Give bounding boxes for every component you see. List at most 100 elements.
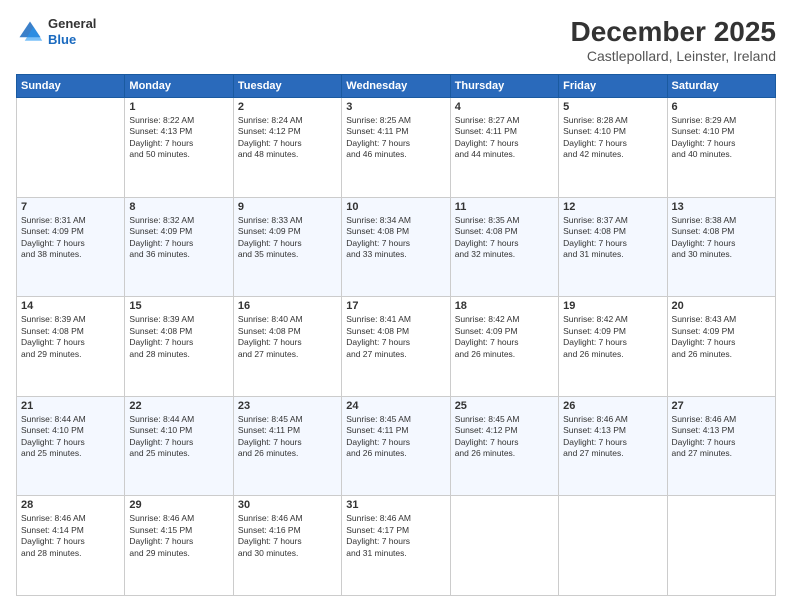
cell-details: Sunrise: 8:33 AMSunset: 4:09 PMDaylight:… (238, 215, 337, 261)
day-number: 1 (129, 101, 228, 113)
calendar-cell: 21 Sunrise: 8:44 AMSunset: 4:10 PMDayligh… (17, 396, 125, 496)
day-number: 23 (238, 400, 337, 412)
calendar-header-wednesday: Wednesday (342, 75, 450, 98)
day-number: 9 (238, 201, 337, 213)
calendar-header-monday: Monday (125, 75, 233, 98)
day-number: 17 (346, 300, 445, 312)
month-title: December 2025 (571, 16, 776, 48)
calendar-cell (667, 496, 775, 596)
calendar-cell: 13Sunrise: 8:38 AMSunset: 4:08 PMDayligh… (667, 197, 775, 297)
calendar-cell: 27 Sunrise: 8:46 AMSunset: 4:13 PMDayligh… (667, 396, 775, 496)
calendar-cell: 17Sunrise: 8:41 AMSunset: 4:08 PMDayligh… (342, 297, 450, 397)
cell-details: Sunrise: 8:46 AMSunset: 4:14 PMDaylight:… (21, 513, 120, 559)
day-number: 6 (672, 101, 771, 113)
day-number: 5 (563, 101, 662, 113)
cell-details: Sunrise: 8:28 AMSunset: 4:10 PMDaylight:… (563, 115, 662, 161)
cell-details: Sunrise: 8:24 AMSunset: 4:12 PMDaylight:… (238, 115, 337, 161)
calendar-cell: 28 Sunrise: 8:46 AMSunset: 4:14 PMDayligh… (17, 496, 125, 596)
logo-text: General Blue (48, 16, 96, 47)
cell-details: Sunrise: 8:44 AMSunset: 4:10 PMDaylight:… (21, 414, 120, 460)
calendar-week-5: 28 Sunrise: 8:46 AMSunset: 4:14 PMDayligh… (17, 496, 776, 596)
calendar-cell: 20Sunrise: 8:43 AMSunset: 4:09 PMDayligh… (667, 297, 775, 397)
cell-details: Sunrise: 8:25 AMSunset: 4:11 PMDaylight:… (346, 115, 445, 161)
cell-details: Sunrise: 8:32 AMSunset: 4:09 PMDaylight:… (129, 215, 228, 261)
day-number: 7 (21, 201, 120, 213)
day-number: 4 (455, 101, 554, 113)
cell-details: Sunrise: 8:22 AMSunset: 4:13 PMDaylight:… (129, 115, 228, 161)
day-number: 8 (129, 201, 228, 213)
header: General Blue December 2025 Castlepollard… (16, 16, 776, 64)
calendar-cell: 15 Sunrise: 8:39 AMSunset: 4:08 PMDayligh… (125, 297, 233, 397)
day-number: 3 (346, 101, 445, 113)
calendar-cell: 22 Sunrise: 8:44 AMSunset: 4:10 PMDayligh… (125, 396, 233, 496)
day-number: 31 (346, 499, 445, 511)
calendar-cell: 24 Sunrise: 8:45 AMSunset: 4:11 PMDayligh… (342, 396, 450, 496)
calendar-header-friday: Friday (559, 75, 667, 98)
cell-details: Sunrise: 8:46 AMSunset: 4:13 PMDaylight:… (672, 414, 771, 460)
cell-details: Sunrise: 8:45 AMSunset: 4:11 PMDaylight:… (346, 414, 445, 460)
cell-details: Sunrise: 8:40 AMSunset: 4:08 PMDaylight:… (238, 314, 337, 360)
cell-details: Sunrise: 8:44 AMSunset: 4:10 PMDaylight:… (129, 414, 228, 460)
day-number: 21 (21, 400, 120, 412)
calendar-cell: 11 Sunrise: 8:35 AMSunset: 4:08 PMDayligh… (450, 197, 558, 297)
logo: General Blue (16, 16, 96, 47)
cell-details: Sunrise: 8:39 AMSunset: 4:08 PMDaylight:… (129, 314, 228, 360)
day-number: 2 (238, 101, 337, 113)
calendar-cell: 1 Sunrise: 8:22 AMSunset: 4:13 PMDaylight… (125, 98, 233, 198)
cell-details: Sunrise: 8:46 AMSunset: 4:16 PMDaylight:… (238, 513, 337, 559)
calendar-cell: 10Sunrise: 8:34 AMSunset: 4:08 PMDayligh… (342, 197, 450, 297)
calendar-cell: 9 Sunrise: 8:33 AMSunset: 4:09 PMDaylight… (233, 197, 341, 297)
cell-details: Sunrise: 8:46 AMSunset: 4:15 PMDaylight:… (129, 513, 228, 559)
page: General Blue December 2025 Castlepollard… (0, 0, 792, 612)
day-number: 22 (129, 400, 228, 412)
cell-details: Sunrise: 8:38 AMSunset: 4:08 PMDaylight:… (672, 215, 771, 261)
calendar-cell: 29 Sunrise: 8:46 AMSunset: 4:15 PMDayligh… (125, 496, 233, 596)
day-number: 30 (238, 499, 337, 511)
cell-details: Sunrise: 8:39 AMSunset: 4:08 PMDaylight:… (21, 314, 120, 360)
calendar-header-saturday: Saturday (667, 75, 775, 98)
calendar-cell (450, 496, 558, 596)
calendar-cell: 14 Sunrise: 8:39 AMSunset: 4:08 PMDayligh… (17, 297, 125, 397)
calendar-header-row: SundayMondayTuesdayWednesdayThursdayFrid… (17, 75, 776, 98)
day-number: 25 (455, 400, 554, 412)
cell-details: Sunrise: 8:46 AMSunset: 4:13 PMDaylight:… (563, 414, 662, 460)
cell-details: Sunrise: 8:31 AMSunset: 4:09 PMDaylight:… (21, 215, 120, 261)
calendar-header-tuesday: Tuesday (233, 75, 341, 98)
day-number: 29 (129, 499, 228, 511)
calendar-week-2: 7 Sunrise: 8:31 AMSunset: 4:09 PMDaylight… (17, 197, 776, 297)
calendar-header-sunday: Sunday (17, 75, 125, 98)
calendar-cell: 26Sunrise: 8:46 AMSunset: 4:13 PMDayligh… (559, 396, 667, 496)
day-number: 11 (455, 201, 554, 213)
calendar-cell (559, 496, 667, 596)
calendar-table: SundayMondayTuesdayWednesdayThursdayFrid… (16, 74, 776, 596)
calendar-cell: 16 Sunrise: 8:40 AMSunset: 4:08 PMDayligh… (233, 297, 341, 397)
day-number: 24 (346, 400, 445, 412)
calendar-header-thursday: Thursday (450, 75, 558, 98)
day-number: 15 (129, 300, 228, 312)
calendar-cell: 18Sunrise: 8:42 AMSunset: 4:09 PMDayligh… (450, 297, 558, 397)
calendar-week-3: 14 Sunrise: 8:39 AMSunset: 4:08 PMDayligh… (17, 297, 776, 397)
day-number: 28 (21, 499, 120, 511)
day-number: 14 (21, 300, 120, 312)
day-number: 18 (455, 300, 554, 312)
day-number: 16 (238, 300, 337, 312)
cell-details: Sunrise: 8:37 AMSunset: 4:08 PMDaylight:… (563, 215, 662, 261)
cell-details: Sunrise: 8:35 AMSunset: 4:08 PMDaylight:… (455, 215, 554, 261)
calendar-cell: 7 Sunrise: 8:31 AMSunset: 4:09 PMDaylight… (17, 197, 125, 297)
day-number: 10 (346, 201, 445, 213)
calendar-cell: 23Sunrise: 8:45 AMSunset: 4:11 PMDayligh… (233, 396, 341, 496)
calendar-cell (17, 98, 125, 198)
cell-details: Sunrise: 8:42 AMSunset: 4:09 PMDaylight:… (563, 314, 662, 360)
day-number: 19 (563, 300, 662, 312)
cell-details: Sunrise: 8:45 AMSunset: 4:12 PMDaylight:… (455, 414, 554, 460)
calendar-cell: 12 Sunrise: 8:37 AMSunset: 4:08 PMDayligh… (559, 197, 667, 297)
calendar-cell: 2 Sunrise: 8:24 AMSunset: 4:12 PMDaylight… (233, 98, 341, 198)
day-number: 12 (563, 201, 662, 213)
calendar-week-1: 1 Sunrise: 8:22 AMSunset: 4:13 PMDaylight… (17, 98, 776, 198)
cell-details: Sunrise: 8:29 AMSunset: 4:10 PMDaylight:… (672, 115, 771, 161)
calendar-cell: 3 Sunrise: 8:25 AMSunset: 4:11 PMDaylight… (342, 98, 450, 198)
title-block: December 2025 Castlepollard, Leinster, I… (571, 16, 776, 64)
day-number: 27 (672, 400, 771, 412)
calendar-cell: 31Sunrise: 8:46 AMSunset: 4:17 PMDayligh… (342, 496, 450, 596)
calendar-cell: 4Sunrise: 8:27 AMSunset: 4:11 PMDaylight… (450, 98, 558, 198)
